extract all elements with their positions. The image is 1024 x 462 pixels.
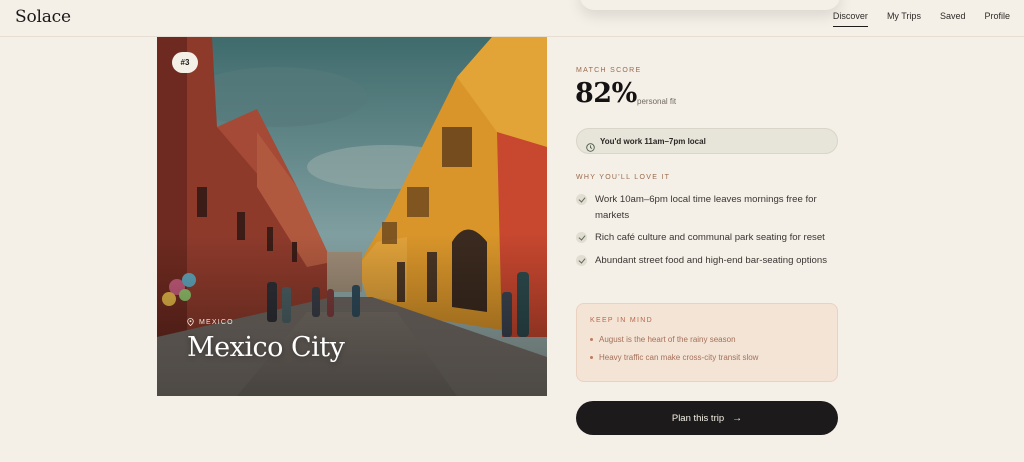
reason-text: Rich café culture and communal park seat… [595, 232, 825, 243]
main-nav: Discover My Trips Saved Profile [814, 11, 1010, 27]
arrow-right-icon: → [732, 412, 743, 424]
nav-my-trips[interactable]: My Trips [887, 11, 921, 27]
nav-profile[interactable]: Profile [984, 11, 1010, 27]
reasons-list: Work 10am–6pm local time leaves mornings… [576, 192, 841, 275]
match-score-label: MATCH SCORE [576, 67, 642, 74]
nav-saved[interactable]: Saved [940, 11, 966, 27]
reason-text: Abundant street food and high-end bar-se… [595, 254, 828, 266]
app-logo[interactable]: Solace [15, 7, 71, 27]
list-item: Rich café culture and communal park seat… [576, 230, 841, 246]
match-score-caption: personal fit [637, 97, 677, 106]
location-pin-icon [187, 318, 194, 326]
list-item: August is the heart of the rainy season [590, 335, 758, 344]
rank-badge: #3 [172, 52, 198, 73]
list-item: Abundant street food and high-end bar-se… [576, 253, 841, 269]
list-item: Heavy traffic can make cross-city transi… [590, 353, 758, 362]
check-icon [576, 232, 587, 243]
country-name: MEXICO [199, 318, 234, 326]
plan-trip-label: Plan this trip [671, 412, 725, 424]
plan-trip-button[interactable]: Plan this trip → [576, 401, 838, 435]
city-name: Mexico City [187, 332, 345, 363]
why-love-it-label: WHY YOU'LL LOVE IT [576, 174, 671, 181]
match-score-value: 82% [575, 78, 637, 109]
reason-text: Work 10am–6pm local time leaves mornings… [595, 194, 817, 221]
check-icon [576, 194, 587, 205]
caution-text: August is the heart of the rainy season [599, 335, 736, 344]
check-icon [576, 254, 587, 266]
top-header: Solace Discover My Trips Saved Profile [0, 0, 1024, 37]
bullet-icon [590, 356, 593, 359]
keep-in-mind-list: August is the heart of the rainy season … [590, 335, 758, 371]
keep-in-mind-label: KEEP IN MIND [590, 317, 653, 324]
destination-photo: #3 MEXICO Mexico City [157, 37, 547, 396]
caution-text: Heavy traffic can make cross-city transi… [599, 353, 759, 362]
bullet-icon [590, 338, 593, 341]
clock-icon [586, 137, 595, 152]
nav-discover[interactable]: Discover [832, 11, 868, 27]
work-hours-text: You'd work 11am–7pm local [600, 136, 706, 146]
list-item: Work 10am–6pm local time leaves mornings… [576, 192, 841, 223]
header-search-shadow [580, 0, 840, 10]
keep-in-mind-box: KEEP IN MIND August is the heart of the … [576, 303, 838, 382]
work-hours-pill: You'd work 11am–7pm local [576, 128, 838, 154]
country-label: MEXICO [187, 318, 234, 326]
